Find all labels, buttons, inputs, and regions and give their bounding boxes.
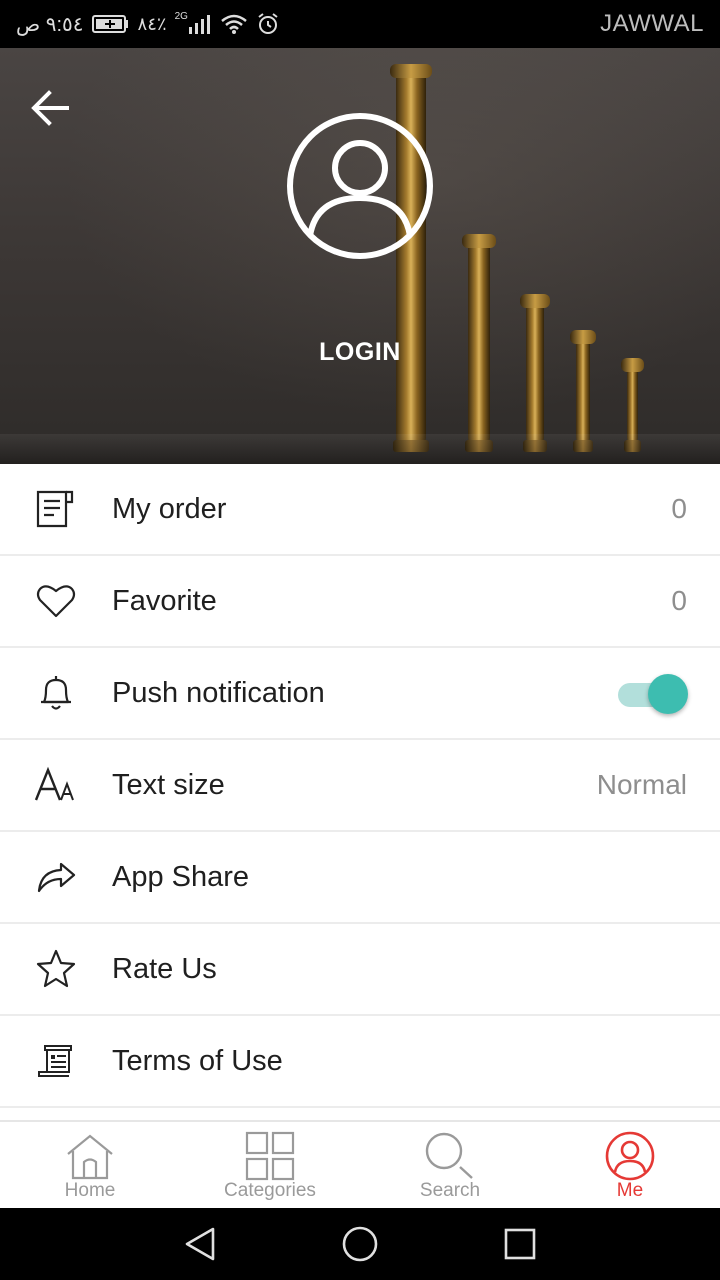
network-type: 2G: [174, 10, 188, 22]
circle-home-icon: [342, 1226, 378, 1262]
status-bar: ٩:٥٤ ص ٨٤٪ 2G JAWWAL: [0, 0, 720, 48]
nav-label: Search: [419, 1180, 481, 1201]
login-button[interactable]: LOGIN: [0, 338, 720, 367]
nav-categories[interactable]: Categories: [180, 1122, 360, 1208]
system-recents-button[interactable]: [500, 1224, 540, 1264]
nav-search[interactable]: Search: [360, 1122, 540, 1208]
user-icon: [604, 1130, 656, 1182]
menu-item-rate-us[interactable]: Rate Us: [0, 924, 720, 1016]
wifi-icon: [220, 13, 248, 35]
carrier-name: JAWWAL: [600, 10, 704, 37]
share-icon: [34, 855, 78, 899]
order-icon: [34, 487, 78, 531]
settings-menu: My order 0 Favorite 0 Push notification …: [0, 464, 720, 1108]
favorite-count: 0: [671, 585, 687, 616]
nav-home[interactable]: Home: [0, 1122, 180, 1208]
order-count: 0: [671, 493, 687, 524]
system-navigation-bar: [0, 1208, 720, 1280]
battery-level: ٨٤٪: [137, 13, 167, 34]
push-notification-toggle[interactable]: [616, 674, 688, 714]
bottom-navigation: Home Categories Search Me: [0, 1120, 720, 1208]
search-icon: [424, 1130, 476, 1182]
heart-icon: [34, 579, 78, 623]
toggle-thumb: [648, 674, 688, 714]
menu-item-label: Terms of Use: [112, 1044, 283, 1077]
system-home-button[interactable]: [340, 1224, 380, 1264]
alarm-icon: [256, 12, 280, 36]
avatar[interactable]: [286, 112, 434, 260]
menu-item-label: Text size: [112, 768, 225, 801]
bell-icon: [34, 671, 78, 715]
star-icon: [34, 947, 78, 991]
back-button[interactable]: [26, 84, 74, 132]
menu-item-push-notification[interactable]: Push notification: [0, 648, 720, 740]
nav-label: Categories: [224, 1180, 316, 1201]
system-back-button[interactable]: [180, 1224, 220, 1264]
menu-item-my-order[interactable]: My order 0: [0, 464, 720, 556]
square-recents-icon: [504, 1228, 536, 1260]
menu-item-label: App Share: [112, 860, 250, 893]
header-shelf: [0, 434, 720, 464]
nav-me[interactable]: Me: [540, 1122, 720, 1208]
battery-icon: [91, 14, 130, 34]
menu-item-label: Push notification: [112, 676, 325, 709]
status-time: ٩:٥٤ ص: [16, 13, 84, 36]
menu-item-text-size[interactable]: Text size Normal: [0, 740, 720, 832]
menu-item-terms-of-use[interactable]: Terms of Use: [0, 1016, 720, 1108]
grid-icon: [244, 1130, 296, 1182]
triangle-back-icon: [185, 1227, 215, 1261]
header-pillar-image: [520, 294, 550, 452]
signal-icon: 2G: [174, 10, 212, 35]
home-icon: [64, 1130, 116, 1182]
menu-item-favorite[interactable]: Favorite 0: [0, 556, 720, 648]
menu-item-label: Favorite: [112, 584, 217, 617]
user-avatar-icon: [287, 113, 433, 259]
menu-item-label: My order: [112, 492, 227, 525]
terms-icon: [34, 1039, 78, 1083]
header-pillar-image: [621, 358, 644, 452]
nav-label: Home: [64, 1180, 116, 1201]
nav-label: Me: [616, 1180, 644, 1201]
arrow-left-icon: [31, 90, 69, 126]
menu-item-app-share[interactable]: App Share: [0, 832, 720, 924]
text-size-value: Normal: [596, 769, 687, 800]
status-indicators: ٩:٥٤ ص ٨٤٪ 2G: [16, 0, 280, 48]
menu-item-label: Rate Us: [112, 952, 217, 985]
profile-header: LOGIN: [0, 48, 720, 464]
text-size-icon: [34, 763, 78, 807]
